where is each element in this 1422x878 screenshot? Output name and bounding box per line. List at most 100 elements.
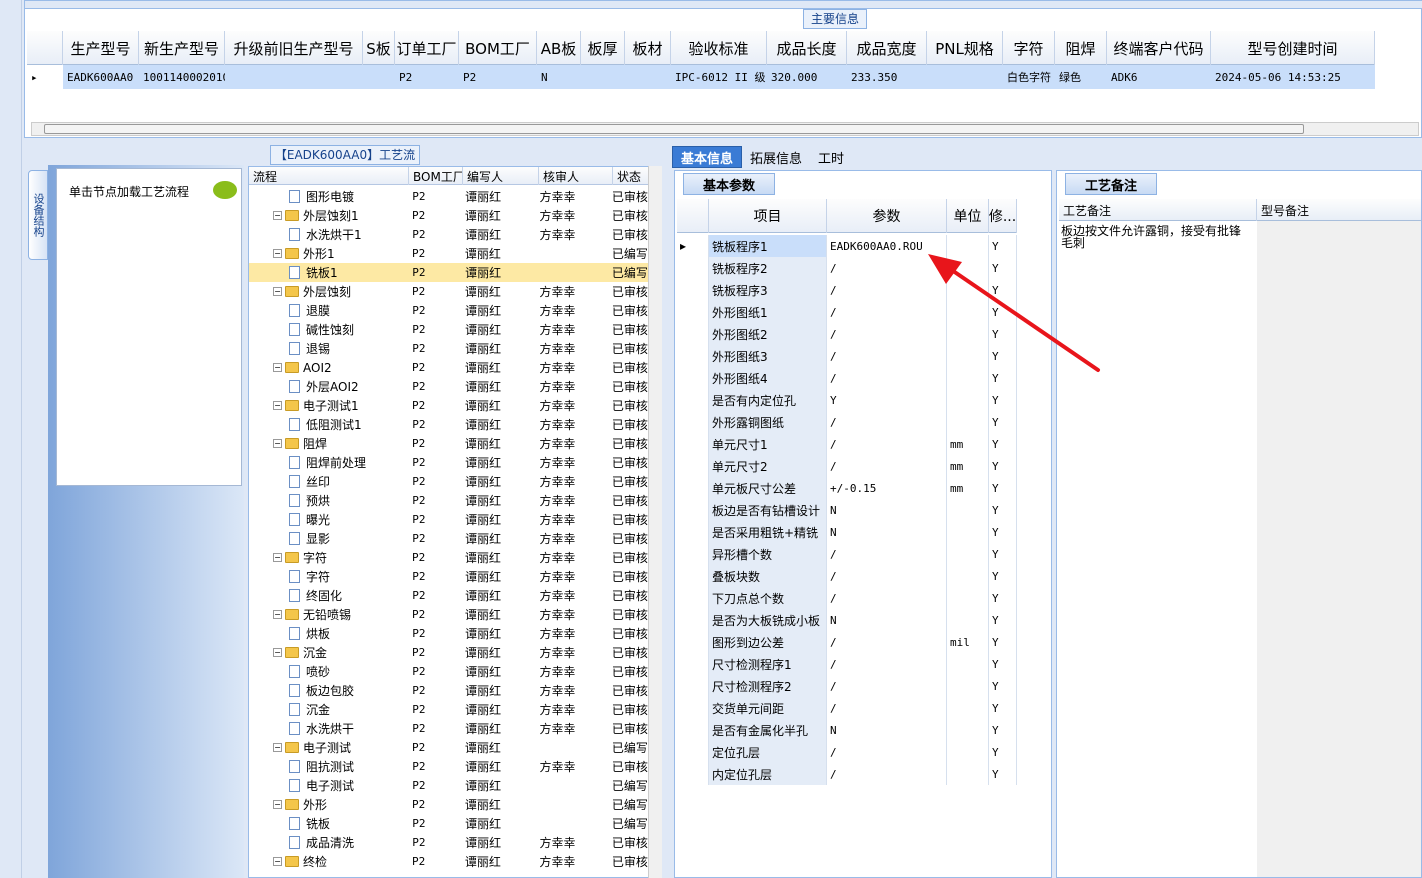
param-row[interactable]: 外形图纸3/ Y (677, 345, 1017, 367)
param-cell-0[interactable]: 定位孔层 (709, 741, 827, 763)
tree-node-name[interactable]: 终固化 (249, 586, 406, 605)
param-cell-0[interactable]: 单元板尺寸公差 (709, 477, 827, 499)
param-row[interactable]: 单元尺寸1/mm Y (677, 433, 1017, 455)
param-cell-3[interactable]: Y (989, 257, 1017, 279)
param-cell-1[interactable]: / (827, 411, 947, 433)
tree-row[interactable]: − 外层蚀刻1 P2 谭丽红 方幸幸 已审核 (249, 206, 649, 225)
tree-col-2[interactable]: 编写人 (463, 167, 539, 185)
tree-row[interactable]: 板边包胶 P2 谭丽红 方幸幸 已审核 (249, 681, 649, 700)
cell-9[interactable]: IPC-6012 II 级 (671, 65, 767, 89)
col-header-15[interactable]: 终端客户代码 (1107, 31, 1211, 65)
param-cell-3[interactable]: Y (989, 565, 1017, 587)
param-cell-3[interactable]: Y (989, 499, 1017, 521)
tree-row[interactable]: 显影 P2 谭丽红 方幸幸 已审核 (249, 529, 649, 548)
tree-row[interactable]: 曝光 P2 谭丽红 方幸幸 已审核 (249, 510, 649, 529)
param-cell-2[interactable] (947, 675, 989, 697)
cell-1[interactable]: 10011400020104 (139, 65, 225, 89)
tree-node-name[interactable]: 烘板 (249, 624, 406, 643)
tree-row[interactable]: 沉金 P2 谭丽红 方幸幸 已审核 (249, 700, 649, 719)
param-cell-3[interactable]: Y (989, 675, 1017, 697)
param-cell-1[interactable]: +/-0.15 (827, 477, 947, 499)
tree-row[interactable]: − 外形 P2 谭丽红 已编写 (249, 795, 649, 814)
tree-node-name[interactable]: 阻焊前处理 (249, 453, 406, 472)
param-cell-2[interactable] (947, 411, 989, 433)
param-row[interactable]: 交货单元间距 / Y (677, 697, 1017, 719)
param-row[interactable]: 尺寸检测程序2/ Y (677, 675, 1017, 697)
tree-node-name[interactable]: − AOI2 (249, 358, 406, 377)
side-tab-equipment[interactable]: 设备结构 (28, 170, 48, 260)
tree-node-name[interactable]: 水洗烘干 (249, 719, 406, 738)
tree-node-name[interactable]: 外层AOI2 (249, 377, 406, 396)
param-cell-3[interactable]: Y (989, 367, 1017, 389)
param-cell-2[interactable] (947, 653, 989, 675)
param-cell-2[interactable]: mm (947, 455, 989, 477)
tree-row[interactable]: 外层AOI2 P2 谭丽红 方幸幸 已审核 (249, 377, 649, 396)
col-header-16[interactable]: 型号创建时间 (1211, 31, 1375, 65)
param-row[interactable]: 外形露铜图纸 / Y (677, 411, 1017, 433)
param-cell-2[interactable] (947, 257, 989, 279)
tree-node-name[interactable]: − 外层蚀刻 (249, 282, 406, 301)
cell-15[interactable]: ADK6 (1107, 65, 1211, 89)
tree-node-name[interactable]: 喷砂 (249, 662, 406, 681)
param-cell-1[interactable]: / (827, 763, 947, 785)
basic-params-caption[interactable]: 基本参数 (683, 173, 775, 195)
tree-row[interactable]: 阻焊前处理 P2 谭丽红 方幸幸 已审核 (249, 453, 649, 472)
param-cell-3[interactable]: Y (989, 609, 1017, 631)
param-cell-0[interactable]: 铣板程序1 (709, 235, 827, 257)
main-grid-row[interactable]: ▸EADK600AA010011400020104P2P2NIPC-6012 I… (27, 65, 1375, 89)
param-cell-2[interactable] (947, 565, 989, 587)
param-cell-3[interactable]: Y (989, 631, 1017, 653)
tab-2[interactable]: 工时 (810, 146, 852, 168)
param-cell-1[interactable]: / (827, 301, 947, 323)
param-cell-0[interactable]: 尺寸检测程序2 (709, 675, 827, 697)
tree-row[interactable]: 水洗烘干 P2 谭丽红 方幸幸 已审核 (249, 719, 649, 738)
param-cell-1[interactable]: / (827, 257, 947, 279)
tree-row[interactable]: 水洗烘干1 P2 谭丽红 方幸幸 已审核 (249, 225, 649, 244)
param-cell-2[interactable] (947, 521, 989, 543)
tree-col-0[interactable]: 流程 (249, 167, 409, 185)
param-cell-3[interactable]: Y (989, 477, 1017, 499)
tree-node-name[interactable]: 显影 (249, 529, 406, 548)
param-cell-3[interactable]: Y (989, 653, 1017, 675)
param-cell-2[interactable] (947, 499, 989, 521)
param-cell-0[interactable]: 下刀点总个数 (709, 587, 827, 609)
param-cell-3[interactable]: Y (989, 763, 1017, 785)
param-cell-1[interactable]: EADK600AA0.ROU (827, 235, 947, 257)
col-header-2[interactable]: 升级前旧生产型号 (225, 31, 363, 65)
tree-node-name[interactable]: 板边包胶 (249, 681, 406, 700)
param-cell-3[interactable]: Y (989, 345, 1017, 367)
tree-node-name[interactable]: 图形电镀 (249, 187, 406, 206)
tab-0[interactable]: 基本信息 (672, 146, 743, 168)
param-cell-0[interactable]: 是否为大板铣成小板 (709, 609, 827, 631)
param-cell-0[interactable]: 外形露铜图纸 (709, 411, 827, 433)
expand-toggle-icon[interactable]: − (273, 610, 282, 619)
param-cell-0[interactable]: 铣板程序2 (709, 257, 827, 279)
basic-col-2[interactable]: 单位 (947, 199, 989, 233)
param-cell-2[interactable]: mil (947, 631, 989, 653)
param-cell-1[interactable]: / (827, 455, 947, 477)
expand-toggle-icon[interactable]: − (273, 287, 282, 296)
param-cell-3[interactable]: Y (989, 323, 1017, 345)
tree-node-name[interactable]: − 电子测试 (249, 738, 406, 757)
param-cell-3[interactable]: Y (989, 389, 1017, 411)
param-cell-0[interactable]: 板边是否有钻槽设计 (709, 499, 827, 521)
tree-row[interactable]: − 终检 P2 谭丽红 方幸幸 已审核 (249, 852, 649, 871)
expand-toggle-icon[interactable]: − (273, 553, 282, 562)
param-cell-3[interactable]: Y (989, 543, 1017, 565)
param-cell-0[interactable]: 叠板块数 (709, 565, 827, 587)
param-row[interactable]: 下刀点总个数 / Y (677, 587, 1017, 609)
tree-node-name[interactable]: 字符 (249, 567, 406, 586)
param-row[interactable]: ▸ 铣板程序1 EADK600AA0.ROU Y (677, 235, 1017, 257)
expand-toggle-icon[interactable]: − (273, 439, 282, 448)
col-header-14[interactable]: 阻焊 (1055, 31, 1107, 65)
tree-node-name[interactable]: 电子测试 (249, 776, 406, 795)
tree-row[interactable]: 丝印 P2 谭丽红 方幸幸 已审核 (249, 472, 649, 491)
tree-row[interactable]: 预烘 P2 谭丽红 方幸幸 已审核 (249, 491, 649, 510)
param-row[interactable]: 异形槽个数 / Y (677, 543, 1017, 565)
param-cell-3[interactable]: Y (989, 433, 1017, 455)
param-cell-3[interactable]: Y (989, 587, 1017, 609)
tree-row[interactable]: − 电子测试1 P2 谭丽红 方幸幸 已审核 (249, 396, 649, 415)
param-row[interactable]: 铣板程序2/ Y (677, 257, 1017, 279)
tree-row[interactable]: 低阻测试1 P2 谭丽红 方幸幸 已审核 (249, 415, 649, 434)
col-header-3[interactable]: S板 (363, 31, 395, 65)
